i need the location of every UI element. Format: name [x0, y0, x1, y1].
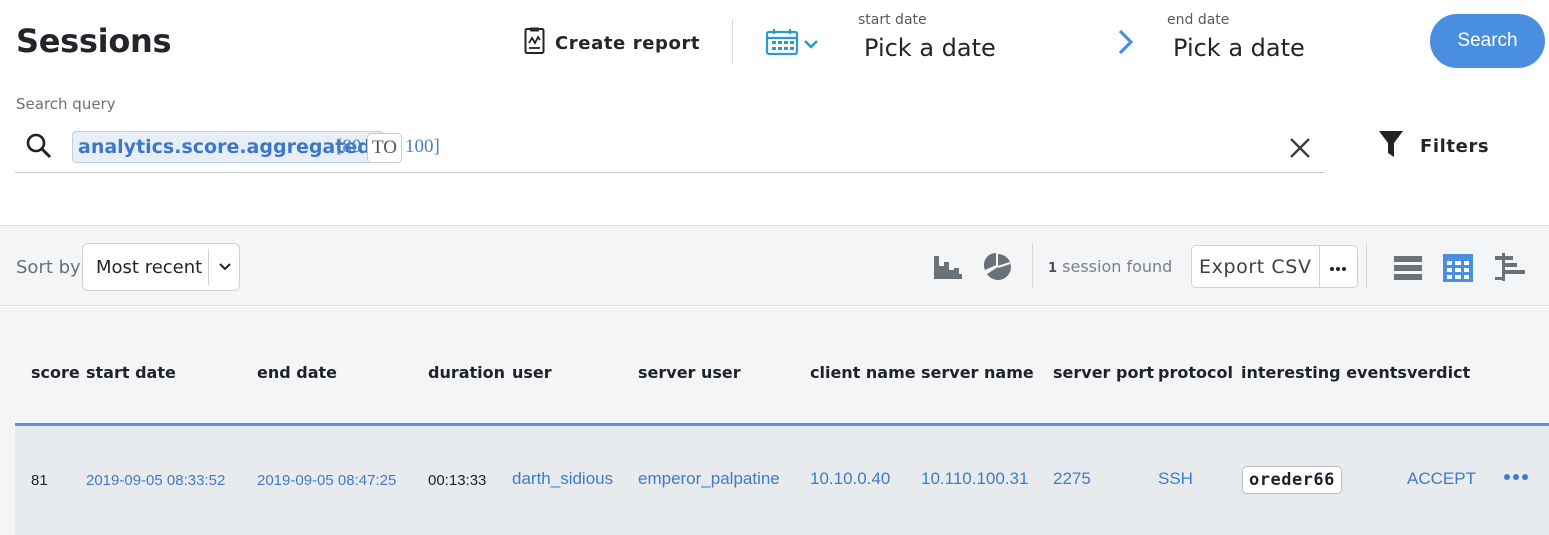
filters-label: Filters	[1420, 135, 1490, 157]
end-date-label: end date	[1167, 12, 1230, 28]
sort-select-value: Most recent	[96, 256, 203, 278]
search-query-input[interactable]: analytics.score.aggregated: [80 TO 100]	[15, 124, 1325, 173]
query-range-end: 100]	[405, 136, 440, 157]
session-count-suffix: session found	[1062, 257, 1173, 276]
cell-server-user[interactable]: emperor_palpatine	[638, 469, 780, 489]
search-query-label: Search query	[16, 95, 116, 113]
search-button[interactable]: Search	[1430, 14, 1545, 68]
session-count-number: 1	[1048, 261, 1058, 276]
search-icon	[25, 132, 53, 164]
cell-duration: 00:13:33	[428, 472, 487, 489]
chevron-right-icon	[1114, 29, 1136, 61]
column-header-duration[interactable]: duration	[428, 363, 505, 382]
create-report-button[interactable]: Create report	[524, 27, 701, 59]
more-horizontal-icon[interactable]	[1503, 467, 1531, 486]
column-header-end-date[interactable]: end date	[257, 363, 337, 382]
next-date-button[interactable]	[1114, 27, 1136, 61]
report-icon	[524, 27, 545, 59]
cell-verdict[interactable]: ACCEPT	[1407, 469, 1476, 489]
cell-start-date[interactable]: 2019-09-05 08:33:52	[86, 472, 225, 489]
sort-by-label: Sort by	[16, 257, 81, 278]
create-report-label: Create report	[555, 32, 701, 54]
header-divider	[732, 19, 733, 64]
export-more-button[interactable]	[1320, 246, 1357, 287]
column-header-verdict[interactable]: verdict	[1407, 363, 1470, 382]
cell-user[interactable]: darth_sidious	[512, 469, 613, 489]
close-icon[interactable]	[1287, 135, 1313, 165]
calendar-dropdown-button[interactable]	[765, 28, 820, 60]
toolbar-divider	[1032, 243, 1033, 289]
timeline-view-icon[interactable]	[1494, 252, 1526, 286]
results-toolbar: Sort by Most recent 1 session found Expo…	[0, 225, 1549, 306]
grid-view-icon[interactable]	[1442, 253, 1474, 287]
start-date-value[interactable]: Pick a date	[864, 34, 996, 62]
histogram-icon[interactable]	[933, 254, 963, 284]
cell-score: 81	[31, 472, 48, 489]
chevron-down-icon	[802, 35, 820, 54]
sort-select[interactable]: Most recent	[82, 243, 240, 291]
cell-protocol[interactable]: SSH	[1158, 469, 1193, 489]
start-date-picker[interactable]: start date Pick a date	[858, 12, 996, 62]
filters-button[interactable]: Filters	[1378, 129, 1489, 163]
filter-icon	[1378, 129, 1404, 163]
query-operator-token[interactable]: TO	[367, 133, 402, 163]
column-header-server-name[interactable]: server name	[921, 363, 1034, 382]
cell-client-name[interactable]: 10.10.0.40	[810, 469, 890, 489]
column-header-protocol[interactable]: protocol	[1158, 363, 1233, 382]
query-range-start: [80	[336, 136, 362, 157]
cell-end-date[interactable]: 2019-09-05 08:47:25	[257, 472, 396, 489]
export-csv-button[interactable]: Export CSV	[1192, 246, 1320, 287]
cell-server-port[interactable]: 2275	[1053, 469, 1091, 489]
start-date-label: start date	[858, 12, 927, 28]
table-row[interactable]: 81 2019-09-05 08:33:52 2019-09-05 08:47:…	[15, 423, 1549, 535]
sessions-table: score start date end date duration user …	[0, 307, 1549, 535]
column-header-server-user[interactable]: server user	[638, 363, 741, 382]
end-date-picker[interactable]: end date Pick a date	[1167, 12, 1305, 62]
pie-chart-icon[interactable]	[983, 252, 1012, 285]
session-count: 1 session found	[1048, 257, 1172, 276]
toolbar-divider-2	[1366, 243, 1367, 289]
column-header-start-date[interactable]: start date	[86, 363, 176, 382]
page-title: Sessions	[16, 22, 172, 60]
list-view-icon[interactable]	[1393, 255, 1423, 285]
more-horizontal-icon	[1329, 257, 1347, 276]
chevron-down-icon	[209, 262, 232, 272]
interesting-event-badge[interactable]: oreder66	[1242, 466, 1342, 494]
end-date-value[interactable]: Pick a date	[1173, 34, 1305, 62]
column-header-server-port[interactable]: server port	[1053, 363, 1154, 382]
column-header-interesting-events[interactable]: interesting events	[1241, 363, 1407, 382]
column-header-client-name[interactable]: client name	[810, 363, 916, 382]
calendar-icon	[765, 28, 799, 60]
export-group: Export CSV	[1191, 245, 1358, 288]
column-header-user[interactable]: user	[512, 363, 552, 382]
column-header-score[interactable]: score	[31, 363, 80, 382]
cell-server-name[interactable]: 10.110.100.31	[921, 469, 1028, 489]
